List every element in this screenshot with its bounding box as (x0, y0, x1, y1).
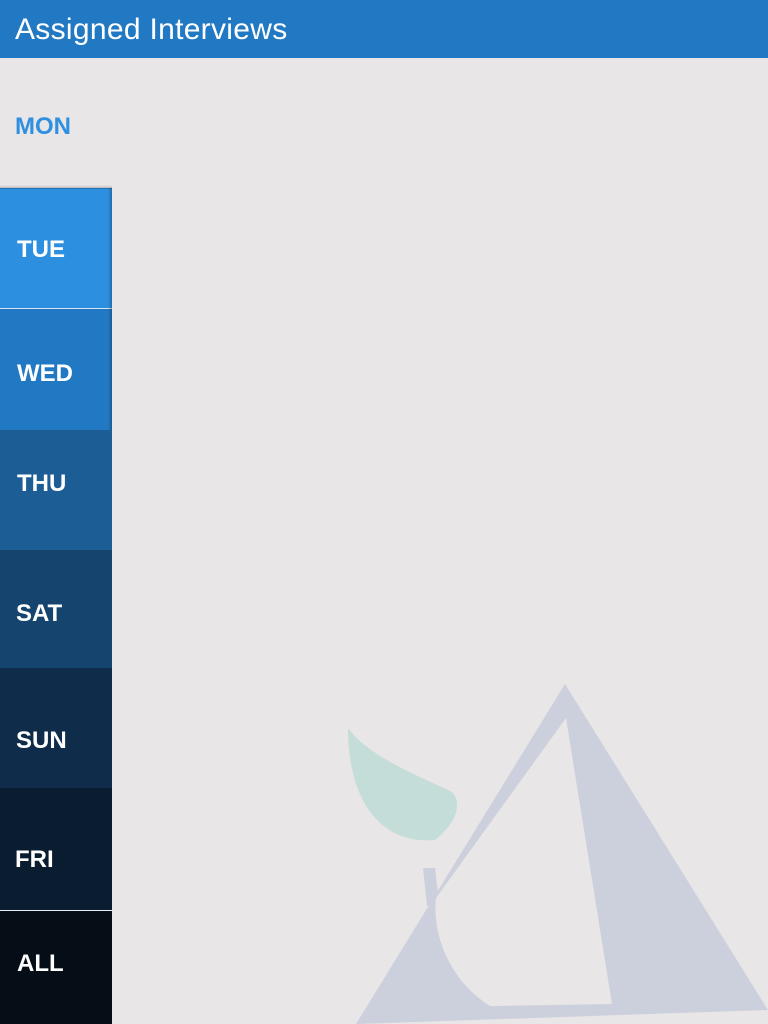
day-tab-sat[interactable]: SAT (0, 550, 112, 668)
day-tab-sun-label: SUN (16, 727, 67, 754)
day-tab-sat-label: SAT (16, 600, 63, 627)
day-tab-all-label: ALL (17, 950, 64, 977)
day-tab-wed-label: WED (17, 360, 73, 387)
tab-shadow-right (108, 188, 112, 430)
day-tab-fri-label: FRI (15, 846, 54, 873)
day-tab-tue-label: TUE (17, 236, 65, 263)
day-tab-fri[interactable]: FRI (0, 788, 112, 910)
day-tab-wed[interactable]: WED (0, 309, 112, 430)
app-bar: Assigned Interviews (0, 0, 768, 58)
page-title: Assigned Interviews (15, 13, 288, 46)
day-tab-thu-label: THU (17, 470, 67, 497)
day-tab-tue[interactable]: TUE (0, 188, 112, 308)
day-tab-thu[interactable]: THU (0, 430, 112, 550)
day-tab-all[interactable]: ALL (0, 911, 112, 1024)
leaf-triangle-logo-icon (348, 684, 768, 1024)
day-tab-sun[interactable]: SUN (0, 668, 112, 788)
tab-shadow-top (0, 185, 112, 189)
day-tab-mon-label: MON (15, 113, 71, 140)
day-tab-mon[interactable]: MON (0, 58, 112, 188)
